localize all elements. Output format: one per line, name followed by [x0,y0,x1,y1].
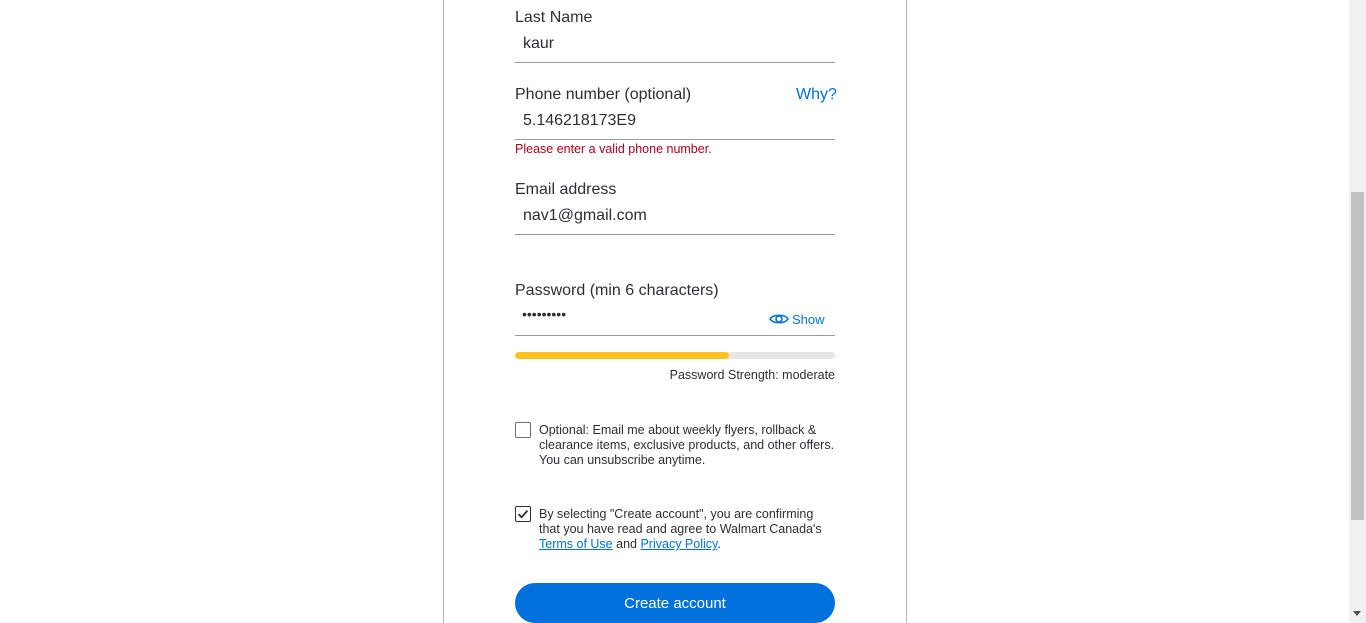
create-account-button[interactable]: Create account [515,583,835,623]
why-link[interactable]: Why? [796,86,837,104]
password-strength-fill [515,352,730,359]
terms-text: By selecting "Create account", you are c… [539,507,835,552]
phone-label: Phone number (optional) [515,86,692,103]
privacy-policy-link[interactable]: Privacy Policy [640,537,717,551]
scrollbar-thumb[interactable] [1351,192,1364,520]
email-input[interactable]: nav1@gmail.com [523,207,647,225]
password-strength-text: Password Strength: moderate [669,368,835,382]
show-password-toggle[interactable]: Show [769,311,835,327]
terms-intro-text: By selecting "Create account", you are c… [539,507,822,536]
show-password-label: Show [792,311,825,327]
password-input[interactable]: ••••••••• [522,306,566,322]
phone-error-message: Please enter a valid phone number. [515,142,712,156]
password-label: Password (min 6 characters) [515,282,719,299]
checkmark-icon [517,510,529,519]
password-strength-bar [515,352,835,359]
terms-and-text: and [616,537,637,551]
last-name-underline [515,62,835,63]
terms-period: . [717,537,721,551]
eye-icon [769,312,789,326]
optin-checkbox[interactable] [515,422,531,438]
scroll-down-arrow-icon[interactable] [1353,611,1361,616]
terms-of-use-link[interactable]: Terms of Use [539,537,613,551]
optin-text: Optional: Email me about weekly flyers, … [539,423,835,467]
terms-checkbox[interactable] [515,506,531,522]
email-label: Email address [515,181,617,198]
last-name-input[interactable]: kaur [523,35,554,53]
phone-input[interactable]: 5.146218173E9 [523,112,636,130]
password-underline [515,335,835,336]
phone-underline [515,139,835,140]
email-underline [515,234,835,235]
last-name-label: Last Name [515,9,593,26]
